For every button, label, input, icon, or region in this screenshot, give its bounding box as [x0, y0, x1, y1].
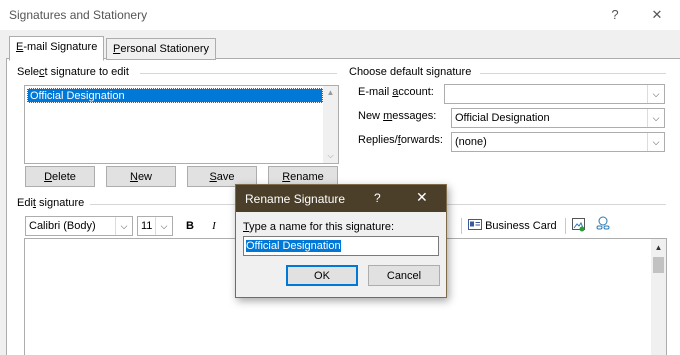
font-size-select[interactable]: 11 ⌵ [137, 216, 173, 236]
chevron-down-icon[interactable]: ⌵ [647, 85, 664, 103]
chevron-down-icon[interactable]: ⌵ [115, 217, 132, 235]
replies-forwards-select[interactable]: (none) ⌵ [451, 132, 665, 152]
new-button[interactable]: New [106, 166, 176, 187]
divider [140, 73, 337, 74]
scroll-up-icon[interactable]: ▲ [323, 86, 338, 100]
list-item[interactable]: Official Designation [27, 88, 323, 103]
ok-button[interactable]: OK [286, 265, 358, 286]
dialog-titlebar: Rename Signature ? ✕ [236, 185, 446, 212]
delete-button[interactable]: Delete [25, 166, 95, 187]
toolbar-divider [565, 218, 566, 234]
close-icon: ✕ [651, 7, 663, 22]
list-scrollbar[interactable]: ▲ ⌵ [323, 86, 338, 163]
edit-signature-label: Edit signature [17, 197, 85, 209]
dialog-title: Rename Signature [245, 192, 346, 206]
scroll-up-icon[interactable]: ▲ [651, 241, 666, 255]
picture-icon [572, 218, 585, 232]
scroll-thumb[interactable] [653, 257, 664, 273]
business-card-button[interactable]: Business Card [468, 216, 560, 236]
default-signature-title: Choose default signature [349, 66, 472, 78]
insert-hyperlink-button[interactable] [594, 216, 612, 236]
dialog-help-icon[interactable]: ? [374, 191, 381, 205]
help-icon: ? [611, 7, 619, 22]
editor-scrollbar[interactable]: ▲ [651, 239, 666, 355]
scroll-down-icon[interactable]: ⌵ [323, 149, 338, 163]
tab-personal-stationery[interactable]: Personal Stationery [106, 38, 217, 60]
signature-list[interactable]: Official Designation ▲ ⌵ [24, 85, 339, 164]
new-messages-label: New messages: [358, 110, 437, 122]
new-messages-select[interactable]: Official Designation ⌵ [451, 108, 665, 128]
replies-forwards-label: Replies/forwards: [358, 134, 443, 146]
toolbar-divider [461, 218, 462, 234]
rename-signature-dialog: Rename Signature ? ✕ Type a name for thi… [235, 184, 447, 298]
chevron-down-icon[interactable]: ⌵ [647, 109, 664, 127]
close-button[interactable]: ✕ [645, 5, 669, 25]
insert-picture-button[interactable] [570, 216, 588, 236]
help-button[interactable]: ? [603, 5, 627, 25]
signature-name-input[interactable]: Official Designation [243, 236, 439, 256]
tab-email-signature[interactable]: E-mail Signature [9, 36, 105, 61]
dialog-close-icon[interactable]: ✕ [416, 189, 428, 206]
chevron-down-icon[interactable]: ⌵ [155, 217, 172, 235]
window-title: Signatures and Stationery [9, 8, 148, 22]
cancel-button[interactable]: Cancel [368, 265, 440, 286]
font-select[interactable]: Calibri (Body) ⌵ [25, 216, 133, 236]
business-card-icon [468, 219, 482, 230]
chevron-down-icon[interactable]: ⌵ [647, 133, 664, 151]
divider [480, 73, 666, 74]
rename-prompt: Type a name for this signature: [243, 221, 395, 233]
email-account-select[interactable]: ⌵ [444, 84, 665, 104]
email-account-label: E-mail account: [358, 86, 434, 98]
bold-button[interactable]: B [182, 216, 198, 236]
hyperlink-icon [596, 216, 610, 230]
italic-button[interactable]: I [206, 216, 222, 236]
select-signature-label: Select signature to edit [17, 66, 129, 78]
